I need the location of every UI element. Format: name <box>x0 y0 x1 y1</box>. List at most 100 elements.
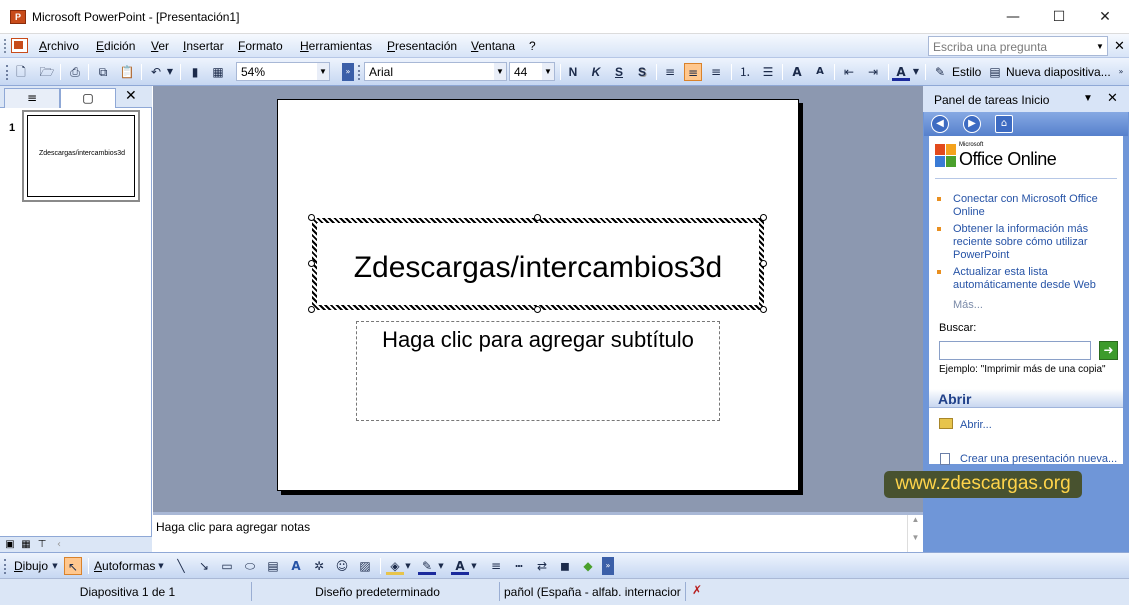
font-color-draw-icon[interactable]: A <box>451 557 469 575</box>
dash-style-icon[interactable]: ┅ <box>510 557 528 575</box>
menu-formato[interactable]: Formato <box>238 39 283 53</box>
tab-slides[interactable]: ▢ <box>60 88 116 108</box>
scroll-left-icon[interactable]: ‹ <box>52 538 66 551</box>
resize-handle[interactable] <box>308 214 315 221</box>
toolbar-grip[interactable] <box>6 65 9 80</box>
formatting-toolbar-grip[interactable] <box>358 65 361 80</box>
line-color-dropdown-icon[interactable]: ▼ <box>437 557 445 575</box>
rectangle-icon[interactable]: ▭ <box>218 557 236 575</box>
autoshapes-menu-button[interactable]: Autoformas <box>94 559 155 573</box>
new-slide-button[interactable]: Nueva diapositiva... <box>1006 65 1111 79</box>
toolbar-more-icon[interactable]: » <box>1115 63 1127 81</box>
decrease-indent-icon[interactable]: ⇤ <box>840 63 858 81</box>
notes-scrollbar[interactable]: ▲ ▼ <box>907 515 923 552</box>
new-slide-icon[interactable]: ▤ <box>986 63 1004 81</box>
link-connect-office-online[interactable]: Conectar con Microsoft Office Online <box>953 193 1119 219</box>
task-pane-close-button[interactable]: ✕ <box>1107 91 1118 106</box>
font-color-draw-dropdown-icon[interactable]: ▼ <box>470 557 478 575</box>
close-pane-button[interactable]: ✕ <box>125 88 137 104</box>
menu-herramientas[interactable]: Herramientas <box>300 39 372 53</box>
minimize-button[interactable]: — <box>990 6 1036 28</box>
resize-handle[interactable] <box>760 260 767 267</box>
table-icon[interactable]: ▦ <box>209 63 227 81</box>
slide[interactable]: Zdescargas/intercambios3d Haga clic para… <box>277 99 799 491</box>
go-arrow-icon[interactable]: ➜ <box>1099 341 1118 360</box>
diagram-icon[interactable]: ✲ <box>310 557 328 575</box>
oval-icon[interactable]: ⬭ <box>241 557 259 575</box>
italic-icon[interactable]: K <box>587 63 605 81</box>
menu-presentacion[interactable]: Presentación <box>387 39 457 53</box>
resize-handle[interactable] <box>760 306 767 313</box>
task-pane-dropdown-icon[interactable]: ▼ <box>1083 93 1093 104</box>
bold-icon[interactable]: N <box>564 63 582 81</box>
forward-icon[interactable]: ▶ <box>963 115 981 133</box>
line-icon[interactable]: ╲ <box>172 557 190 575</box>
new-presentation-link[interactable]: Crear una presentación nueva... <box>960 453 1120 466</box>
tab-outline[interactable]: ≡ <box>4 88 60 108</box>
zoom-dropdown-icon[interactable]: ▼ <box>317 63 329 80</box>
underline-icon[interactable]: S <box>610 63 628 81</box>
style-button[interactable]: Estilo <box>952 65 981 79</box>
menu-edicion[interactable]: Edición <box>96 39 135 53</box>
close-document-button[interactable]: ✕ <box>1114 38 1125 54</box>
copy-icon[interactable]: ⧉ <box>94 63 112 81</box>
pointer-icon[interactable]: ↖ <box>64 557 82 575</box>
clipart-icon[interactable]: ☺ <box>333 557 351 575</box>
3d-style-icon[interactable]: ◆ <box>579 557 597 575</box>
link-latest-info[interactable]: Obtener la información más reciente sobr… <box>953 223 1119 262</box>
arrow-icon[interactable]: ↘ <box>195 557 213 575</box>
resize-handle[interactable] <box>308 306 315 313</box>
textbox-icon[interactable]: ▤ <box>264 557 282 575</box>
new-icon[interactable]: 🗋 <box>12 63 30 81</box>
resize-handle[interactable] <box>534 214 541 221</box>
draw-menu-button[interactable]: Dibujo <box>14 559 48 573</box>
task-pane-title[interactable]: Panel de tareas Inicio <box>934 93 1049 107</box>
notes-pane[interactable]: Haga clic para agregar notas ▲ ▼ <box>153 512 923 552</box>
home-icon[interactable]: ⌂ <box>995 115 1013 133</box>
print-icon[interactable]: ⎙ <box>66 63 84 81</box>
font-color-dropdown-icon[interactable]: ▼ <box>911 63 921 81</box>
autoshapes-dropdown-icon[interactable]: ▼ <box>157 557 165 575</box>
close-window-button[interactable]: ✕ <box>1082 6 1128 28</box>
font-dropdown-icon[interactable]: ▼ <box>494 63 506 80</box>
font-color-icon[interactable]: A <box>892 63 910 81</box>
normal-view-icon[interactable]: ▣ <box>3 538 17 551</box>
maximize-button[interactable]: ☐ <box>1036 6 1082 28</box>
draw-dropdown-icon[interactable]: ▼ <box>51 557 59 575</box>
powerpoint-app-icon[interactable]: P <box>10 10 26 24</box>
search-input[interactable] <box>939 341 1091 360</box>
font-size-select[interactable]: 44 ▼ <box>509 62 555 81</box>
open-link[interactable]: Abrir... <box>960 419 1126 432</box>
align-center-icon[interactable]: ≡ <box>684 63 702 81</box>
slide-thumbnail[interactable]: Zdescargas/intercambios3d <box>22 110 140 202</box>
document-control-icon[interactable] <box>11 38 28 53</box>
menu-help[interactable]: ? <box>529 39 536 53</box>
size-dropdown-icon[interactable]: ▼ <box>542 63 554 80</box>
increase-font-icon[interactable]: A <box>788 63 806 81</box>
spell-check-icon[interactable]: ✗ <box>692 583 702 597</box>
title-placeholder[interactable]: Zdescargas/intercambios3d <box>308 214 767 313</box>
shadow-icon[interactable]: S <box>633 63 651 81</box>
menu-ver[interactable]: Ver <box>151 39 169 53</box>
link-update-list[interactable]: Actualizar esta lista automáticamente de… <box>953 266 1119 292</box>
menu-ventana[interactable]: Ventana <box>471 39 515 53</box>
slideshow-icon[interactable]: ⊤ <box>35 538 49 551</box>
menu-archivo[interactable]: Archivo <box>39 39 79 53</box>
paste-icon[interactable]: 📋 <box>118 63 136 81</box>
open-icon[interactable]: 🗁 <box>38 63 56 81</box>
more-link[interactable]: Más... <box>953 299 983 311</box>
undo-icon[interactable]: ↶ <box>147 63 165 81</box>
line-color-icon[interactable]: ✎ <box>418 557 436 575</box>
increase-indent-icon[interactable]: ⇥ <box>864 63 882 81</box>
wordart-icon[interactable]: A <box>287 557 305 575</box>
align-right-icon[interactable]: ≡ <box>707 63 725 81</box>
shadow-style-icon[interactable]: ◼ <box>556 557 574 575</box>
drawing-options-icon[interactable]: » <box>602 557 614 575</box>
resize-handle[interactable] <box>760 214 767 221</box>
notes-placeholder[interactable]: Haga clic para agregar notas <box>156 520 310 534</box>
arrow-style-icon[interactable]: ⇄ <box>533 557 551 575</box>
ask-dropdown-arrow-icon[interactable]: ▼ <box>1096 42 1104 51</box>
drawing-toolbar-grip[interactable] <box>4 559 7 574</box>
resize-handle[interactable] <box>308 260 315 267</box>
decrease-font-icon[interactable]: A <box>811 63 829 81</box>
